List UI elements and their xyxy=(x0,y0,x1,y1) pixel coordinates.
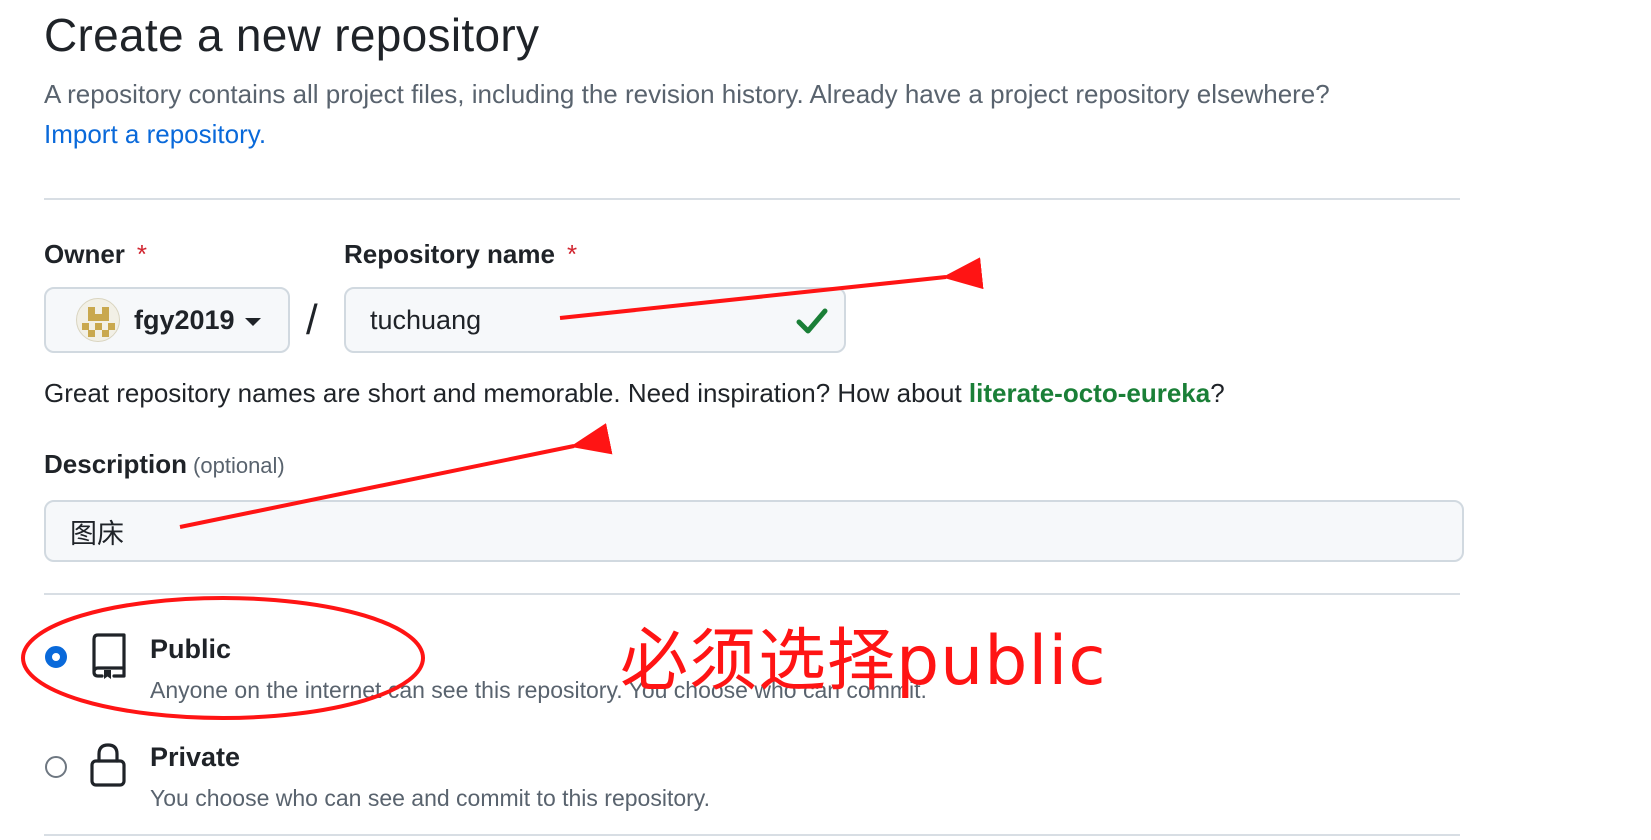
description-value: 图床 xyxy=(70,518,124,550)
description-input[interactable]: 图床 xyxy=(44,500,1464,562)
repository-name-value: tuchuang xyxy=(370,304,482,335)
avatar xyxy=(76,298,120,342)
repo-name-required-mark: * xyxy=(566,239,578,269)
name-suggestion-link[interactable]: literate-octo-eureka xyxy=(969,378,1210,408)
description-optional-tag: (optional) xyxy=(193,453,285,478)
owner-label: Owner * xyxy=(44,239,147,270)
repo-icon xyxy=(92,633,126,679)
create-repo-page: Create a new repository A repository con… xyxy=(0,0,1651,840)
repo-name-hint: Great repository names are short and mem… xyxy=(44,378,1225,409)
private-description: You choose who can see and commit to thi… xyxy=(150,785,710,811)
divider-middle xyxy=(44,593,1460,595)
subtitle-text: A repository contains all project files,… xyxy=(44,79,1330,109)
owner-repo-separator: / xyxy=(306,296,318,343)
page-title: Create a new repository xyxy=(44,9,540,61)
divider-top xyxy=(44,198,1460,200)
private-radio[interactable] xyxy=(45,756,67,778)
lock-icon xyxy=(90,743,126,787)
owner-name: fgy2019 xyxy=(134,304,235,335)
private-title: Private xyxy=(150,742,241,772)
owner-dropdown-button[interactable]: fgy2019 xyxy=(44,287,290,353)
public-title: Public xyxy=(150,634,232,664)
import-repository-link[interactable]: Import a repository. xyxy=(44,119,266,149)
repo-name-label-text: Repository name xyxy=(344,239,555,269)
public-radio[interactable] xyxy=(45,646,67,668)
description-label-text: Description xyxy=(44,449,188,479)
hint-text: Great repository names are short and mem… xyxy=(44,378,969,408)
annotation-text: 必须选择public xyxy=(620,622,1107,701)
hint-suffix: ? xyxy=(1210,378,1225,408)
description-label: Description (optional) xyxy=(44,449,285,480)
repo-name-label: Repository name * xyxy=(344,239,577,270)
repository-name-input[interactable]: tuchuang xyxy=(344,287,846,353)
page-subtitle: A repository contains all project files,… xyxy=(44,74,1464,154)
owner-required-mark: * xyxy=(136,239,148,269)
divider-bottom xyxy=(44,834,1460,836)
caret-down-icon xyxy=(244,317,261,326)
owner-label-text: Owner xyxy=(44,239,125,269)
check-icon xyxy=(796,308,828,334)
